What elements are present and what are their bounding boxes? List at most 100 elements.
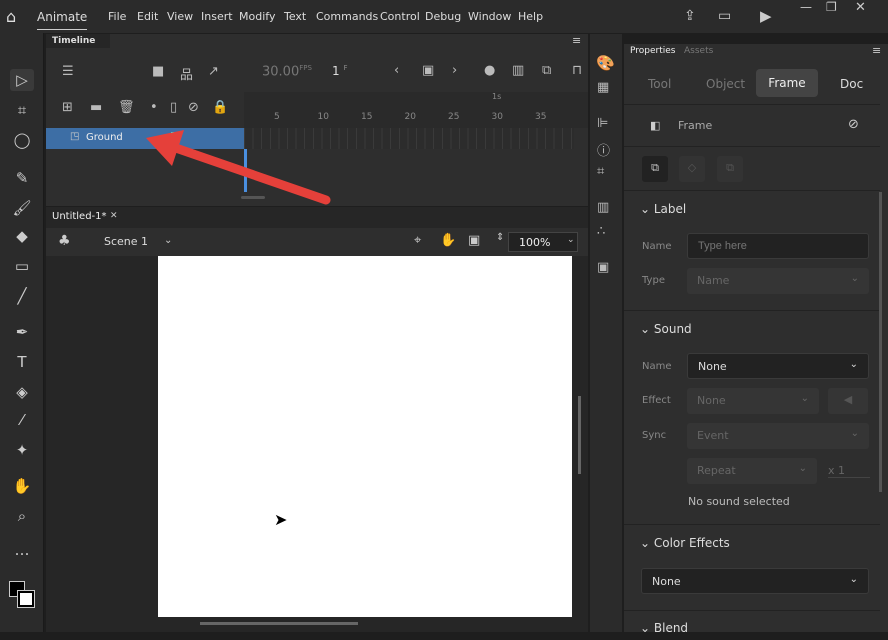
timeline-tab[interactable]: Timeline xyxy=(46,34,110,48)
fps-value[interactable]: 30.00FPS xyxy=(262,64,312,79)
properties-menu-icon[interactable]: ≡ xyxy=(872,44,881,57)
horizontal-scrollbar[interactable] xyxy=(200,622,358,625)
sync-select[interactable]: Event ⌄ xyxy=(687,423,869,449)
label-section-header[interactable]: ⌄ Label xyxy=(640,202,686,216)
label-type-select[interactable]: Name ⌄ xyxy=(687,268,869,294)
menu-view[interactable]: View xyxy=(167,10,193,23)
camera-icon[interactable]: ■ xyxy=(152,64,164,79)
menu-commands[interactable]: Commands xyxy=(316,10,378,23)
eraser-icon[interactable]: ◆ xyxy=(10,225,34,247)
share-icon[interactable]: ⇪ xyxy=(684,8,696,24)
paint-brush-icon[interactable]: ✎ xyxy=(10,167,34,189)
tween-icon[interactable]: ⧉ xyxy=(542,63,551,78)
close-tab-icon[interactable]: ✕ xyxy=(110,211,118,221)
free-transform-icon[interactable]: ⌗ xyxy=(10,99,34,121)
vertical-scrollbar[interactable] xyxy=(578,396,581,474)
menu-insert[interactable]: Insert xyxy=(201,10,233,23)
sound-name-select[interactable]: None ⌄ xyxy=(687,353,869,379)
rectangle-icon[interactable]: ▭ xyxy=(10,255,34,277)
selection-tool-icon[interactable]: ▷ xyxy=(10,69,34,91)
lasso-icon[interactable]: ◯ xyxy=(10,129,34,151)
info-icon[interactable]: ⓘ xyxy=(597,140,610,159)
current-frame[interactable]: 1 F xyxy=(332,64,348,78)
pen-icon[interactable]: ✒ xyxy=(10,321,34,343)
next-frame-icon[interactable]: › xyxy=(452,63,457,78)
label-name-input[interactable] xyxy=(687,233,869,259)
rotation-stepper-icon[interactable]: ⇕ xyxy=(496,232,504,243)
zoom-icon[interactable]: ⌕ xyxy=(10,505,34,527)
swatches-icon[interactable]: ▦ xyxy=(597,80,609,95)
folder-icon[interactable]: ▬ xyxy=(90,100,102,115)
layers-icon[interactable]: ☰ xyxy=(62,64,74,79)
color-effects-section-header[interactable]: ⌄ Color Effects xyxy=(640,536,730,550)
center-stage-icon[interactable]: ⌖ xyxy=(414,233,421,248)
paint-bucket-icon[interactable]: ◈ xyxy=(10,381,34,403)
outline-icon[interactable]: ▯ xyxy=(170,100,177,115)
insert-tween-icon[interactable]: ⊓ xyxy=(572,63,582,78)
open-external-icon[interactable]: ⊘ xyxy=(848,117,859,132)
menu-control[interactable]: Control xyxy=(380,10,420,23)
lock-icon[interactable]: 🔒 xyxy=(212,100,228,115)
color-effects-select[interactable]: None ⌄ xyxy=(641,568,869,594)
menu-window[interactable]: Window xyxy=(468,10,511,23)
subtab-doc[interactable]: Doc xyxy=(840,77,863,91)
assets-icon[interactable]: ▣ xyxy=(597,260,609,275)
repeat-select[interactable]: Repeat ⌄ xyxy=(687,458,817,484)
menu-text[interactable]: Text xyxy=(284,10,306,23)
sound-section-header[interactable]: ⌄ Sound xyxy=(640,322,692,336)
repeat-count[interactable]: x 1 xyxy=(828,464,870,478)
properties-scrollbar[interactable] xyxy=(879,192,882,492)
highlight-icon[interactable]: • xyxy=(150,100,158,115)
eyedropper-icon[interactable]: ⁄ xyxy=(10,409,34,431)
delete-icon[interactable]: 🗑 xyxy=(118,100,135,115)
frame-ruler[interactable]: 1s 5 10 15 20 25 30 35 xyxy=(244,92,588,149)
close-button[interactable]: ✕ xyxy=(855,0,866,15)
timeline-menu-icon[interactable]: ≡ xyxy=(572,34,581,47)
menu-edit[interactable]: Edit xyxy=(137,10,158,23)
edit-envelope-icon[interactable]: ◀ xyxy=(828,388,868,414)
line-icon[interactable]: ╱ xyxy=(10,285,34,307)
tab-assets[interactable]: Assets xyxy=(684,46,713,56)
fill-color-swatch[interactable] xyxy=(17,590,35,608)
document-tab[interactable]: Untitled-1* xyxy=(52,211,107,222)
library-icon[interactable]: ▥ xyxy=(597,200,609,215)
blend-section-header[interactable]: ⌄ Blend xyxy=(640,621,688,635)
brush-icon[interactable]: 🖌 xyxy=(10,197,34,219)
text-tool-icon[interactable]: T xyxy=(10,351,34,373)
hand-icon[interactable]: ✋ xyxy=(10,475,34,497)
stage-canvas[interactable] xyxy=(158,256,572,617)
subtab-object[interactable]: Object xyxy=(706,77,745,91)
menu-modify[interactable]: Modify xyxy=(239,10,275,23)
keyframe-icon[interactable]: ▣ xyxy=(422,63,434,78)
edit-multiple-icon[interactable]: ▥ xyxy=(512,63,524,78)
transform-icon[interactable]: ⌗ xyxy=(597,164,604,179)
color-palette-icon[interactable]: 🎨 xyxy=(596,54,615,72)
more-tools-icon[interactable]: … xyxy=(10,539,34,561)
copy-button[interactable]: ⧉ xyxy=(717,156,743,182)
effect-select[interactable]: None ⌄ xyxy=(687,388,819,414)
menu-help[interactable]: Help xyxy=(518,10,543,23)
prev-frame-icon[interactable]: ‹ xyxy=(394,63,399,78)
menu-debug[interactable]: Debug xyxy=(425,10,461,23)
tween-button[interactable]: ◇ xyxy=(679,156,705,182)
onion-skin-icon[interactable]: ● xyxy=(484,63,495,78)
scene-selector[interactable]: Scene 1 xyxy=(104,235,148,248)
menu-file[interactable]: File xyxy=(108,10,126,23)
minimize-button[interactable]: — xyxy=(800,0,812,14)
pin-icon[interactable]: ✦ xyxy=(10,439,34,461)
parenting-icon[interactable]: 品 xyxy=(180,64,193,83)
rotate-icon[interactable]: ✋ xyxy=(440,233,456,248)
tab-properties[interactable]: Properties xyxy=(630,46,675,56)
panel-icon[interactable]: ▭ xyxy=(718,8,731,24)
chevron-down-icon[interactable]: ⌄ xyxy=(164,235,172,246)
subtab-frame[interactable]: Frame xyxy=(756,69,818,97)
clip-icon[interactable]: ▣ xyxy=(468,233,480,248)
restore-button[interactable]: ❐ xyxy=(826,0,837,14)
zoom-chevron-icon[interactable]: ⌄ xyxy=(567,235,575,245)
motion-presets-icon[interactable]: ∴ xyxy=(597,224,605,239)
graph-icon[interactable]: ↗ xyxy=(208,64,219,79)
home-icon[interactable]: ⌂ xyxy=(6,7,16,26)
keyframe-button[interactable]: ⧉ xyxy=(642,156,668,182)
subtab-tool[interactable]: Tool xyxy=(648,77,671,91)
visibility-icon[interactable]: ⊘ xyxy=(188,100,199,115)
